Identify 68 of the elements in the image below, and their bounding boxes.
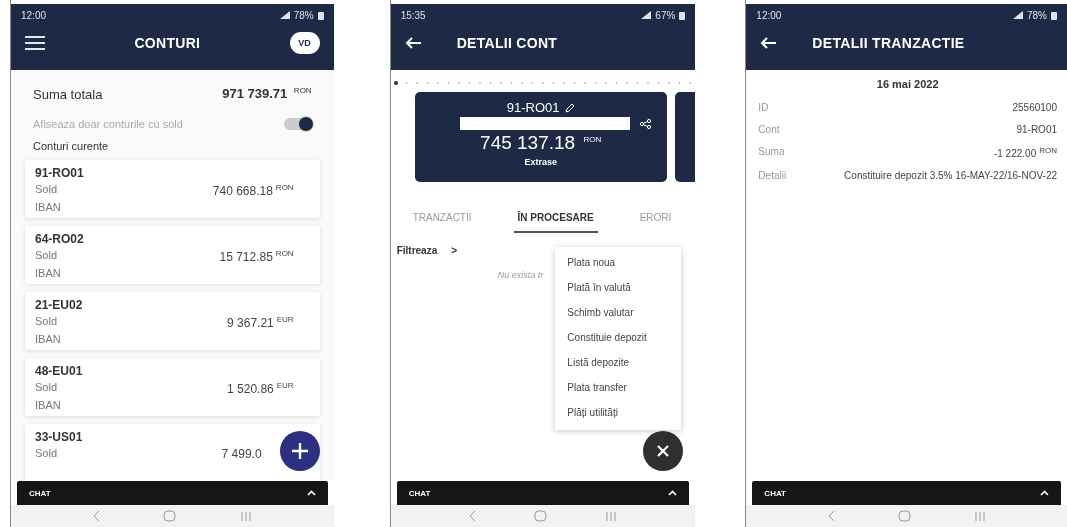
chat-bar[interactable]: CHAT — [17, 481, 328, 505]
balance-amount: 7 499.0 — [221, 447, 262, 461]
status-time: 12:00 — [21, 9, 47, 21]
menu-item[interactable]: Plăți utilități — [555, 401, 682, 426]
battery-level: 78% — [1027, 9, 1047, 21]
screen-title: DETALII CONT — [456, 35, 558, 51]
field-value: 25560100 — [1012, 102, 1057, 113]
field-value: -1 222.00 $^{RON}$ — [993, 146, 1057, 160]
account-name: 91-RO01 — [35, 166, 85, 180]
field-label: Cont — [758, 124, 780, 135]
balance-label: Sold — [35, 183, 58, 197]
total-label: Suma totala — [33, 86, 103, 102]
menu-item[interactable]: Plata transfer — [555, 376, 682, 401]
field-value: 91-RO01 — [1016, 124, 1057, 135]
chat-bar[interactable]: CHAT — [752, 481, 1061, 505]
account-name: 64-RO02 — [35, 232, 85, 246]
field-label: ID — [758, 102, 769, 113]
field-label: Suma — [758, 146, 785, 159]
total-amount: 971 739.71 $^{RON}$ — [222, 86, 312, 102]
chat-label: CHAT — [29, 488, 51, 498]
account-card[interactable]: 21-EU02 Sold 9 367.21 $^{EUR}$ IBAN — [25, 292, 320, 350]
tab[interactable]: ÎN PROCESARE — [513, 206, 598, 233]
filter-link[interactable]: Filtreaza — [396, 245, 438, 256]
balance-label: Sold — [35, 249, 58, 263]
balance-amount: 9 367.21 $^{EUR}$ — [227, 315, 294, 330]
account-name: 21-EU02 — [35, 298, 84, 312]
account-balance: 745 137.18 $^{RON}$ — [480, 132, 602, 154]
field-value: Constituire depozit 3.5% 16-MAY-22/16-NOV-22 — [844, 170, 1057, 182]
transaction-date: 16 mai 2022 — [875, 78, 940, 90]
chat-bar[interactable]: CHAT — [396, 481, 690, 505]
screen-title: DETALII TRANZACTIE — [812, 35, 965, 51]
iban-label: IBAN — [35, 201, 62, 213]
balance-amount: 15 712.85 $^{RON}$ — [219, 249, 294, 264]
status-time: 15:35 — [400, 9, 426, 21]
menu-item[interactable]: Schimb valutar — [555, 301, 682, 326]
account-name: 91-RO01 — [506, 100, 560, 115]
status-time: 12:00 — [756, 9, 782, 21]
iban-label: IBAN — [35, 333, 62, 345]
balance-amount: 1 520.86 $^{EUR}$ — [227, 381, 294, 396]
iban-label: IBAN — [35, 267, 62, 279]
menu-item[interactable]: Listă depozite — [555, 351, 682, 376]
field-label: Detalii — [758, 170, 787, 182]
chat-label: CHAT — [408, 488, 431, 498]
account-card[interactable]: 91-RO01 745 137.18 $^{RON}$ Extrase — [414, 92, 667, 182]
account-card[interactable]: 91-RO01 Sold 740 668.18 $^{RON}$ IBAN — [25, 160, 320, 218]
account-name: 33-US01 — [35, 430, 84, 444]
toggle-label: Afiseaza doar conturile cu sold — [33, 118, 183, 130]
menu-item[interactable]: Constituie depozit — [555, 326, 682, 351]
chat-label: CHAT — [764, 488, 786, 498]
empty-message: Nu exista tr — [497, 270, 544, 280]
account-name: 48-EU01 — [35, 364, 84, 378]
balance-label: Sold — [35, 447, 58, 461]
menu-item[interactable]: Plată în valută — [555, 276, 682, 301]
section-heading: Conturi curente — [32, 139, 110, 154]
balance-label: Sold — [35, 315, 58, 329]
screen-title: CONTURI — [134, 35, 201, 51]
account-card[interactable]: 48-EU01 Sold 1 520.86 $^{EUR}$ IBAN — [25, 358, 320, 416]
iban-label: IBAN — [35, 399, 62, 411]
balance-label: Sold — [35, 381, 58, 395]
balance-amount: 740 668.18 $^{RON}$ — [212, 183, 294, 198]
filter-chevron[interactable]: > — [451, 245, 458, 256]
battery-level: 67% — [655, 9, 676, 21]
avatar-button[interactable]: VD — [289, 32, 320, 54]
account-card[interactable]: 33-US01 Sold 7 499.0 — [25, 424, 320, 481]
statements-button[interactable]: Extrase — [520, 154, 561, 170]
account-card[interactable]: 64-RO02 Sold 15 712.85 $^{RON}$ IBAN — [25, 226, 320, 284]
menu-item[interactable]: Plata noua — [555, 251, 682, 276]
battery-level: 78% — [293, 9, 314, 21]
